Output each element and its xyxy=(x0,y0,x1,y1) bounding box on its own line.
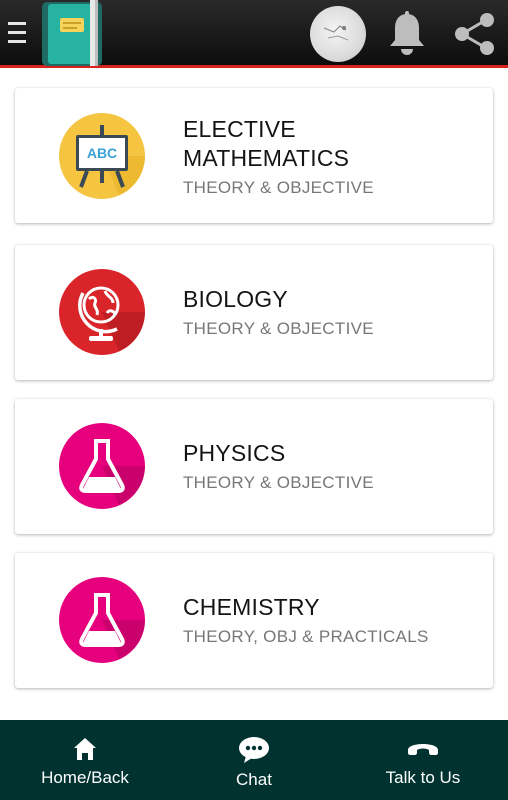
share-icon[interactable] xyxy=(450,10,498,58)
top-app-bar xyxy=(0,0,508,68)
bottom-navigation: Home/Back Chat Talk to Us xyxy=(0,720,508,800)
notebook-logo[interactable] xyxy=(38,0,108,66)
home-back-label: Home/Back xyxy=(41,768,129,787)
subject-subtitle: THEORY & OBJECTIVE xyxy=(183,178,374,197)
subject-title: CHEMISTRY xyxy=(183,594,320,620)
subject-card-chemistry[interactable]: CHEMISTRY THEORY, OBJ & PRACTICALS xyxy=(15,553,493,688)
talk-to-us-label: Talk to Us xyxy=(385,768,461,787)
subject-title: BIOLOGY xyxy=(183,286,288,312)
easel-text: ABC xyxy=(87,145,117,161)
home-back-button[interactable]: Home/Back xyxy=(20,720,150,800)
subject-card-elective-mathematics[interactable]: ABC ELECTIVE MATHEMATICS THEORY & OBJECT… xyxy=(15,88,493,223)
flask-icon xyxy=(59,423,145,509)
subject-subtitle: THEORY, OBJ & PRACTICALS xyxy=(183,627,429,646)
subject-card-physics[interactable]: PHYSICS THEORY & OBJECTIVE xyxy=(15,399,493,534)
menu-icon[interactable] xyxy=(8,22,30,46)
home-icon xyxy=(74,738,96,760)
subject-subtitle: THEORY & OBJECTIVE xyxy=(183,473,374,492)
phone-icon xyxy=(408,744,438,755)
subject-title: ELECTIVE MATHEMATICS xyxy=(183,116,350,171)
flask-icon xyxy=(59,577,145,663)
subject-card-biology[interactable]: BIOLOGY THEORY & OBJECTIVE xyxy=(15,245,493,380)
subject-subtitle: THEORY & OBJECTIVE xyxy=(183,319,374,338)
avatar[interactable] xyxy=(310,6,366,62)
chat-bubble-icon xyxy=(239,737,269,763)
easel-abc-icon: ABC xyxy=(59,113,145,199)
talk-to-us-button[interactable]: Talk to Us xyxy=(368,720,478,800)
chat-button[interactable]: Chat xyxy=(204,720,304,800)
subject-title: PHYSICS xyxy=(183,440,286,466)
bell-icon[interactable] xyxy=(386,10,428,56)
chat-label: Chat xyxy=(236,770,272,789)
globe-icon xyxy=(59,269,145,355)
